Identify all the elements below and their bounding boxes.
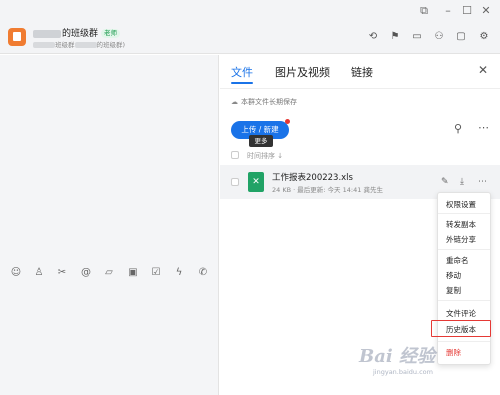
pin-icon[interactable]: ⧉ xyxy=(416,3,432,19)
scissors-icon[interactable]: ✂ xyxy=(55,266,69,280)
flash-icon[interactable]: ϟ xyxy=(172,266,186,280)
input-toolbar: ☺ ♙ ✂ @ ▱ ▣ ☑ ϟ ✆ xyxy=(0,265,219,283)
highlight-box xyxy=(431,320,491,337)
chat-area: ☺ ♙ ✂ @ ▱ ▣ ☑ ϟ ✆ xyxy=(0,55,219,395)
folder-icon[interactable]: ▭ xyxy=(410,30,424,44)
menu-item-permissions[interactable]: 权限设置 xyxy=(446,199,476,210)
chat-header: 的班级群 老师 班级群 的班级群) ⟲ ⚑ ▭ ⚇ ▢ ⚙ xyxy=(0,22,500,54)
emoji-icon[interactable]: ☺ xyxy=(9,266,23,280)
cloud-icon: ☁ xyxy=(231,98,238,106)
select-all-checkbox[interactable] xyxy=(231,151,239,159)
checklist-icon[interactable]: ☑ xyxy=(149,266,163,280)
add-member-icon[interactable]: ⚇ xyxy=(432,30,446,44)
menu-item-comments[interactable]: 文件评论 xyxy=(446,308,476,319)
close-panel-icon[interactable]: ✕ xyxy=(478,63,488,77)
title-bar: ⧉ – ☐ ✕ xyxy=(0,0,500,22)
announcement-icon[interactable]: ⚑ xyxy=(388,30,402,44)
notification-dot xyxy=(285,119,290,124)
settings-icon[interactable]: ⚙ xyxy=(477,30,491,44)
file-name[interactable]: 工作报表200223.xls xyxy=(272,171,353,183)
file-checkbox[interactable] xyxy=(231,178,239,186)
watermark-logo: Bai 经验 xyxy=(359,346,435,367)
tab-files[interactable]: 文件 xyxy=(231,64,253,80)
menu-divider xyxy=(438,300,490,301)
divider xyxy=(220,88,500,89)
search-icon[interactable]: ⚲ xyxy=(454,122,462,135)
download-icon[interactable]: ⤓ xyxy=(460,177,464,187)
redacted-text xyxy=(74,42,97,48)
watermark-url: jingyan.baidu.com xyxy=(373,368,433,376)
doc-icon[interactable]: ▣ xyxy=(126,266,140,280)
minimize-icon[interactable]: – xyxy=(440,3,456,19)
tab-media[interactable]: 图片及视频 xyxy=(275,64,330,80)
more-actions-icon[interactable]: ⋯ xyxy=(478,177,487,187)
group-name[interactable]: 的班级群 老师 xyxy=(33,26,121,39)
call-icon[interactable]: ✆ xyxy=(196,266,210,280)
menu-divider xyxy=(438,249,490,250)
edit-icon[interactable]: ✎ xyxy=(441,177,449,187)
close-icon[interactable]: ✕ xyxy=(478,3,494,19)
menu-item-copy[interactable]: 复制 xyxy=(446,285,461,296)
role-tag: 老师 xyxy=(101,29,121,38)
mention-icon[interactable]: @ xyxy=(79,266,93,280)
watermark: Bai 经验 jingyan.baidu.com xyxy=(355,338,495,383)
tab-links[interactable]: 链接 xyxy=(351,64,373,80)
active-tab-indicator xyxy=(231,82,253,84)
menu-item-share-link[interactable]: 外链分享 xyxy=(446,234,476,245)
group-subtitle: 班级群 的班级群) xyxy=(33,39,125,49)
more-tooltip: 更多 xyxy=(249,135,273,147)
menu-item-move[interactable]: 移动 xyxy=(446,270,461,281)
thumbs-up-icon[interactable]: ♙ xyxy=(32,266,46,280)
redacted-text xyxy=(33,29,61,38)
excel-file-icon: ✕ xyxy=(248,172,264,192)
menu-item-forward-copy[interactable]: 转发副本 xyxy=(446,219,476,230)
more-options-icon[interactable]: ⋯ xyxy=(478,121,489,134)
maximize-icon[interactable]: ☐ xyxy=(459,3,475,19)
history-icon[interactable]: ⟲ xyxy=(366,30,380,44)
menu-item-rename[interactable]: 重命名 xyxy=(446,255,469,266)
file-meta: 24 KB · 最后更新: 今天 14:41 龚先生 xyxy=(272,186,383,194)
chat-bubble-icon[interactable]: ▢ xyxy=(454,30,468,44)
arrow-down-icon: ↓ xyxy=(277,152,284,160)
menu-divider xyxy=(438,213,490,214)
storage-note: ☁ 本群文件长期保存 xyxy=(231,98,297,106)
folder-upload-icon[interactable]: ▱ xyxy=(102,266,116,280)
sort-by-time[interactable]: 时间排序 ↓ xyxy=(247,151,283,161)
redacted-text xyxy=(33,42,55,48)
group-avatar[interactable] xyxy=(8,28,26,46)
